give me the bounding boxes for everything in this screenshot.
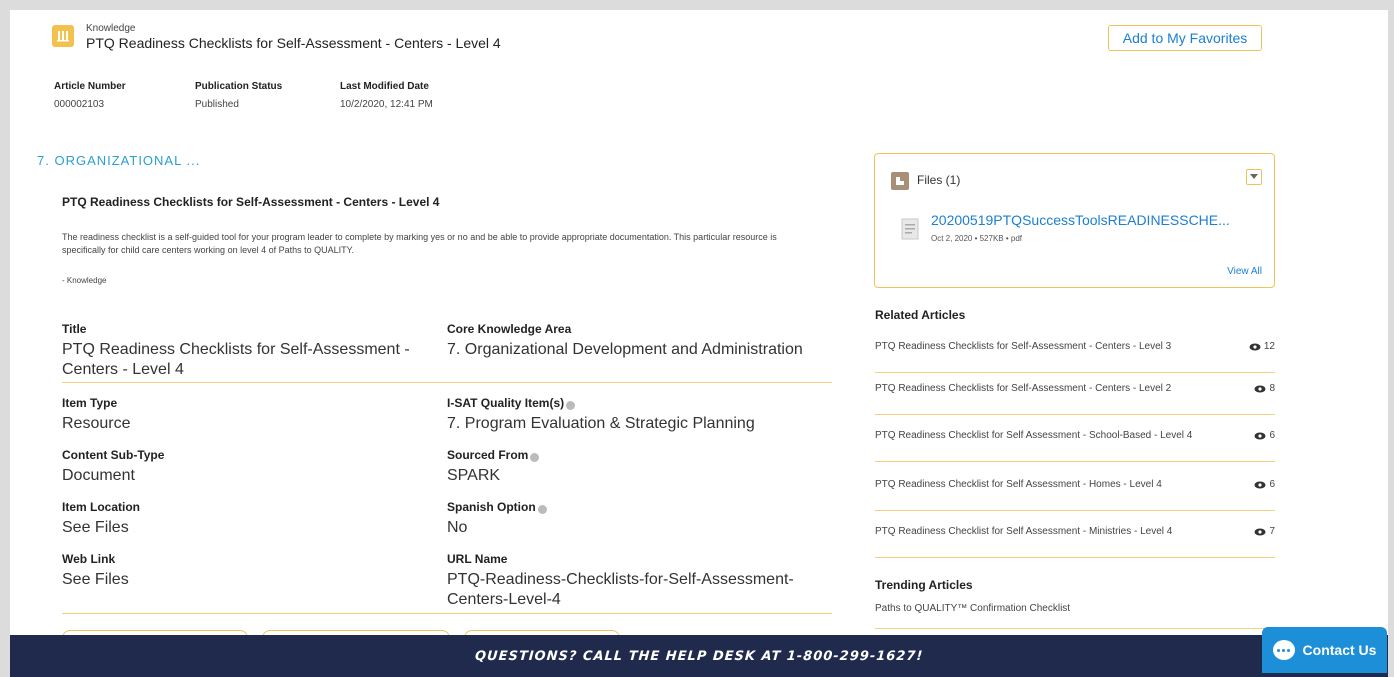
meta-label: Last Modified Date [340,81,429,92]
view-count-value: 7 [1269,526,1275,537]
field-value: Document [62,467,135,484]
field-sourced-from: Sourced From SPARK [447,448,837,486]
field-value: 7. Program Evaluation & Strategic Planni… [447,415,755,432]
field-value: 7. Organizational Development and Admini… [447,341,803,358]
field-label: Content Sub-Type [62,448,165,462]
divider [875,628,1275,629]
field-value: No [447,519,468,536]
files-card: Files (1) 20200519PTQSuccessToolsREADINE… [874,153,1275,288]
info-icon[interactable] [530,452,540,462]
document-icon [901,218,919,240]
field-label: Item Location [62,500,141,514]
view-count: 8 [1254,383,1275,394]
field-content-sub-type: Content Sub-Type Document [62,448,422,486]
divider [62,613,832,614]
info-icon[interactable] [566,400,576,410]
field-value: SPARK [447,467,501,484]
eye-icon [1254,528,1266,535]
field-value: See Files [62,571,129,588]
view-count-value: 12 [1263,341,1275,352]
meta-label: Article Number [54,81,126,92]
field-isat-quality-items: I-SAT Quality Item(s) 7. Program Evaluat… [447,396,837,434]
field-title: Title PTQ Readiness Checklists for Self-… [62,322,422,380]
help-desk-text: QUESTIONS? CALL THE HELP DESK AT 1-800-2… [474,648,924,664]
meta-label: Publication Status [195,81,283,92]
field-label: Core Knowledge Area [447,322,572,336]
view-all-files-link[interactable]: View All [1227,266,1262,277]
meta-article-number: Article Number 000002103 [54,81,126,110]
related-article-item[interactable]: PTQ Readiness Checklist for Self Assessm… [875,518,1275,558]
related-article-item[interactable]: PTQ Readiness Checklists for Self-Assess… [875,375,1275,415]
file-meta: Oct 2, 2020 • 527KB • pdf [931,234,1022,243]
section-title: 7. ORGANIZATIONAL ... [37,153,201,168]
field-value: PTQ-Readiness-Checklists-for-Self-Assess… [447,571,794,608]
divider [62,382,832,383]
field-label: Spanish Option [447,500,536,514]
file-folder-icon [891,172,909,190]
eye-icon [1254,481,1266,488]
related-article-item[interactable]: PTQ Readiness Checklists for Self-Assess… [875,333,1275,373]
eye-icon [1254,385,1266,392]
view-count: 6 [1254,430,1275,441]
eye-icon [1249,343,1261,350]
chat-icon [1272,640,1295,660]
article-description: The readiness checklist is a self-guided… [62,232,777,255]
field-label: Web Link [62,552,116,566]
field-label: Title [62,322,87,336]
related-article-title[interactable]: PTQ Readiness Checklist for Self Assessm… [875,526,1172,537]
field-value: See Files [62,519,129,536]
contact-us-button[interactable]: Contact Us [1262,627,1387,673]
eye-icon [1254,432,1266,439]
field-label: I-SAT Quality Item(s) [447,396,565,410]
meta-value: 10/2/2020, 12:41 PM [340,99,433,110]
field-item-type: Item Type Resource [62,396,422,434]
field-label: Sourced From [447,448,529,462]
view-count: 7 [1254,526,1275,537]
add-to-favorites-button[interactable]: Add to My Favorites [1108,25,1262,51]
field-spanish-option: Spanish Option No [447,500,837,538]
field-item-location: Item Location See Files [62,500,422,538]
related-article-item[interactable]: PTQ Readiness Checklist for Self Assessm… [875,422,1275,462]
meta-value: 000002103 [54,99,105,110]
related-article-title[interactable]: PTQ Readiness Checklists for Self-Assess… [875,341,1171,352]
field-label: Item Type [62,396,118,410]
article-title: PTQ Readiness Checklists for Self-Assess… [62,195,440,209]
files-dropdown-button[interactable] [1246,169,1262,185]
object-type-label: Knowledge [86,23,136,34]
meta-publication-status: Publication Status Published [195,81,282,110]
field-core-knowledge-area: Core Knowledge Area 7. Organizational De… [447,322,837,360]
related-article-item[interactable]: PTQ Readiness Checklist for Self Assessm… [875,471,1275,511]
field-web-link: Web Link See Files [62,552,422,590]
field-value: PTQ Readiness Checklists for Self-Assess… [62,341,410,378]
view-count: 12 [1249,341,1275,352]
related-article-title[interactable]: PTQ Readiness Checklists for Self-Assess… [875,383,1171,394]
trending-article-link[interactable]: Paths to QUALITY™ Confirmation Checklist [875,603,1070,614]
related-articles-heading: Related Articles [875,308,966,322]
meta-value: Published [195,99,239,110]
chevron-down-icon [1250,174,1258,179]
help-desk-banner: QUESTIONS? CALL THE HELP DESK AT 1-800-2… [10,635,1388,677]
related-article-title[interactable]: PTQ Readiness Checklist for Self Assessm… [875,479,1162,490]
info-icon[interactable] [537,504,547,514]
knowledge-icon [52,25,74,47]
field-url-name: URL Name PTQ-Readiness-Checklists-for-Se… [447,552,837,610]
files-heading: Files (1) [917,173,961,187]
article-tag: - Knowledge [62,276,107,285]
meta-last-modified: Last Modified Date 10/2/2020, 12:41 PM [340,81,433,110]
view-count-value: 6 [1269,430,1275,441]
related-article-title[interactable]: PTQ Readiness Checklist for Self Assessm… [875,430,1192,441]
page-title: PTQ Readiness Checklists for Self-Assess… [86,35,501,51]
trending-articles-heading: Trending Articles [875,578,973,592]
view-count-value: 8 [1269,383,1275,394]
view-count-value: 6 [1269,479,1275,490]
contact-us-label: Contact Us [1302,642,1377,658]
article-page: Knowledge PTQ Readiness Checklists for S… [10,10,1388,677]
field-label: URL Name [447,552,508,566]
file-link[interactable]: 20200519PTQSuccessToolsREADINESSCHE... [931,212,1230,228]
view-count: 6 [1254,479,1275,490]
field-value: Resource [62,415,131,432]
